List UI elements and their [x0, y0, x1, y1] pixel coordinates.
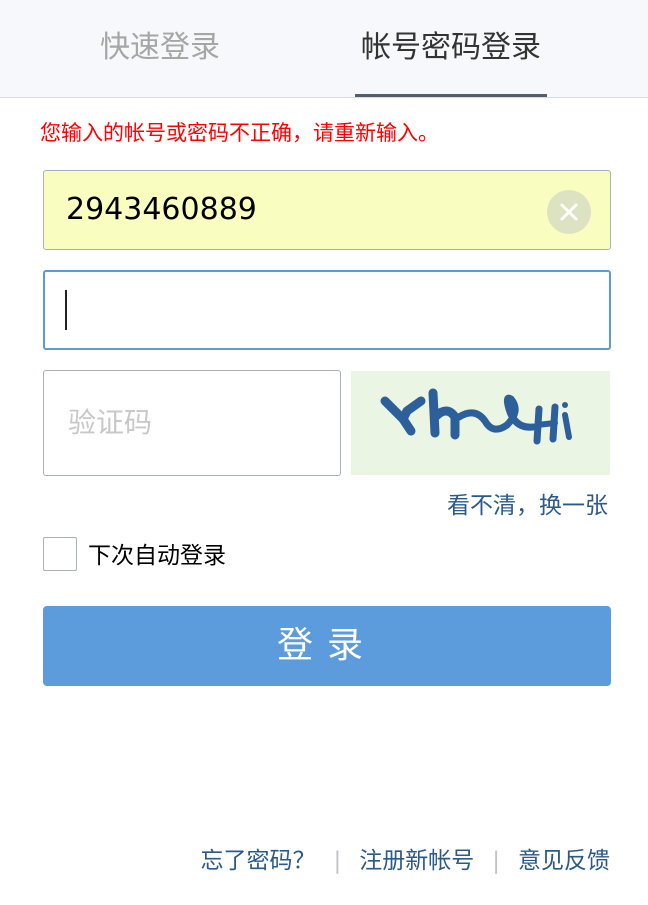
account-field[interactable]: 2943460889: [43, 170, 611, 250]
captcha-image[interactable]: [351, 371, 610, 475]
refresh-captcha-link[interactable]: 看不清，换一张: [447, 490, 608, 522]
auto-login-label[interactable]: 下次自动登录: [88, 540, 226, 572]
feedback-link[interactable]: 意见反馈: [518, 848, 610, 874]
close-icon: [560, 203, 578, 221]
active-tab-indicator: [355, 94, 547, 97]
footer-links: 忘了密码？ | 注册新帐号 | 意见反馈: [201, 845, 611, 877]
login-button[interactable]: 登录: [43, 606, 611, 686]
captcha-graphic: [380, 388, 572, 445]
footer-separator: |: [333, 848, 342, 874]
register-link[interactable]: 注册新帐号: [359, 848, 474, 874]
tab-quick-login[interactable]: 快速登录: [60, 28, 260, 68]
account-value: 2943460889: [66, 192, 257, 227]
auto-login-checkbox[interactable]: [43, 537, 77, 571]
footer-separator: |: [492, 848, 500, 874]
forgot-password-link[interactable]: 忘了密码？: [201, 848, 316, 874]
error-message: 您输入的帐号或密码不正确，请重新输入。: [40, 121, 439, 145]
password-field[interactable]: [43, 270, 611, 350]
captcha-input[interactable]: 验证码: [43, 370, 341, 476]
clear-account-button[interactable]: [547, 190, 591, 234]
captcha-placeholder: 验证码: [68, 406, 153, 439]
login-tabs: 快速登录 帐号密码登录: [0, 0, 648, 98]
text-caret: [65, 290, 67, 330]
tab-account-login[interactable]: 帐号密码登录: [340, 28, 562, 68]
